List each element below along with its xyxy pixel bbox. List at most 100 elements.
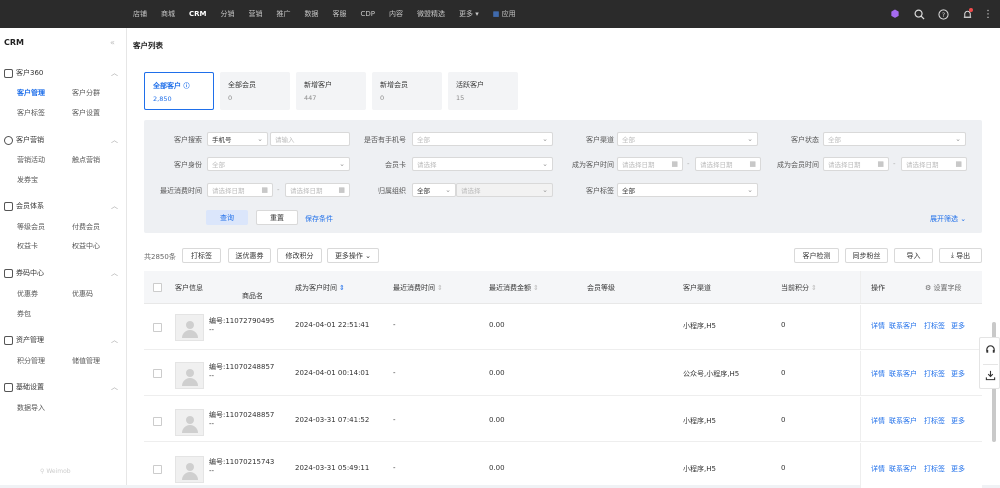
stat-new-customers[interactable]: 新增客户 447 [296, 72, 366, 110]
sidebar-item-benefit-center[interactable]: 权益中心 [72, 241, 100, 251]
has-phone-select[interactable]: 全部 ⌄ [412, 132, 553, 146]
expand-filters-link[interactable]: 展开筛选 ⌄ [930, 214, 966, 224]
export-button[interactable]: ⤓ 导出 [939, 248, 982, 263]
customer-check-button[interactable]: 客户检测 [794, 248, 839, 263]
sidebar-group-customer360[interactable]: 客户360 ︿ [4, 68, 118, 78]
more-actions-button[interactable]: 更多操作 ⌄ [327, 248, 379, 263]
nav-apps[interactable]: ▦ 应用 [493, 9, 516, 19]
sidebar-item-coupon-code[interactable]: 优惠码 [72, 289, 93, 299]
header-become-customer-time[interactable]: 成为客户时间 ⇕ [295, 283, 345, 293]
nav-weimob-select[interactable]: 微盟精选 [417, 9, 445, 19]
headset-icon[interactable] [985, 344, 996, 355]
nav-more[interactable]: 更多 ▾ [459, 9, 479, 19]
nav-cdp[interactable]: CDP [361, 10, 376, 18]
sidebar-item-coupon[interactable]: 优惠券 [17, 289, 38, 299]
nav-crm[interactable]: CRM [189, 10, 207, 18]
sidebar-item-level-member[interactable]: 等级会员 [17, 222, 45, 232]
reset-button[interactable]: 重置 [256, 210, 298, 225]
channel-select[interactable]: 全部 ⌄ [617, 132, 758, 146]
sync-fans-button[interactable]: 同步粉丝 [845, 248, 888, 263]
search-icon[interactable] [912, 7, 926, 21]
contact-customer-link[interactable]: 联系客户 [889, 464, 917, 474]
header-last-consume-amount[interactable]: 最近消费金额 ⇕ [489, 283, 539, 293]
collapse-sidebar-icon[interactable]: « [110, 38, 115, 47]
brand-hexagon-icon[interactable]: ⬢ [888, 7, 902, 21]
tag-link[interactable]: 打标签 [924, 321, 945, 331]
detail-link[interactable]: 详情 [871, 464, 885, 474]
sidebar-item-customer-settings[interactable]: 客户设置 [72, 108, 100, 118]
detail-link[interactable]: 详情 [871, 369, 885, 379]
sidebar-item-coupon-pack[interactable]: 券包 [17, 309, 31, 319]
become-member-start-date[interactable]: 请选择日期 ▦ [823, 157, 889, 171]
stat-all-members[interactable]: 全部会员 0 [220, 72, 290, 110]
sidebar-group-membership[interactable]: 会员体系 ︿ [4, 201, 118, 211]
search-type-select[interactable]: 手机号 ⌄ [207, 132, 268, 146]
more-link[interactable]: 更多 [951, 369, 965, 379]
last-consume-end-date[interactable]: 请选择日期 ▦ [285, 183, 350, 197]
modify-points-button[interactable]: 修改积分 [277, 248, 322, 263]
sidebar-group-asset-management[interactable]: 资产管理 ︿ [4, 335, 118, 345]
sidebar-item-data-import[interactable]: 数据导入 [17, 403, 45, 413]
nav-data[interactable]: 数据 [305, 9, 319, 19]
row-checkbox[interactable] [153, 417, 162, 426]
stat-new-members[interactable]: 新增会员 0 [372, 72, 442, 110]
org-scope-select[interactable]: 全部 ⌄ [412, 183, 456, 197]
header-current-points[interactable]: 当前积分 ⇕ [781, 283, 817, 293]
tag-link[interactable]: 打标签 [924, 369, 945, 379]
sidebar-item-customer-segment[interactable]: 客户分群 [72, 88, 100, 98]
stat-active-customers[interactable]: 活跃客户 15 [448, 72, 518, 110]
tag-link[interactable]: 打标签 [924, 416, 945, 426]
notification-bell-icon[interactable] [960, 7, 974, 21]
more-link[interactable]: 更多 [951, 464, 965, 474]
sidebar-item-customer-management[interactable]: 客户管理 [17, 88, 45, 98]
last-consume-start-date[interactable]: 请选择日期 ▦ [207, 183, 273, 197]
status-select[interactable]: 全部 ⌄ [823, 132, 966, 146]
sidebar-group-customer-marketing[interactable]: 客户营销 ︿ [4, 135, 118, 145]
sidebar-item-points-management[interactable]: 积分管理 [17, 356, 45, 366]
user-menu-icon[interactable]: ⋮ [983, 7, 993, 21]
contact-customer-link[interactable]: 联系客户 [889, 321, 917, 331]
become-member-end-date[interactable]: 请选择日期 ▦ [901, 157, 967, 171]
detail-link[interactable]: 详情 [871, 321, 885, 331]
more-link[interactable]: 更多 [951, 416, 965, 426]
sidebar-group-basic-settings[interactable]: 基础设置 ︿ [4, 382, 118, 392]
sidebar-item-customer-tags[interactable]: 客户标签 [17, 108, 45, 118]
row-checkbox[interactable] [153, 369, 162, 378]
select-all-checkbox[interactable] [153, 283, 162, 292]
nav-marketing[interactable]: 营销 [249, 9, 263, 19]
sidebar-item-coupon-sender[interactable]: 发券宝 [17, 175, 38, 185]
sidebar-item-touchpoint-marketing[interactable]: 触点营销 [72, 155, 100, 165]
contact-customer-link[interactable]: 联系客户 [889, 416, 917, 426]
contact-customer-link[interactable]: 联系客户 [889, 369, 917, 379]
import-button[interactable]: 导入 [894, 248, 933, 263]
detail-link[interactable]: 详情 [871, 416, 885, 426]
sidebar-item-benefit-card[interactable]: 权益卡 [17, 241, 38, 251]
row-checkbox[interactable] [153, 465, 162, 474]
header-last-consume-time[interactable]: 最近消费时间 ⇕ [393, 283, 443, 293]
nav-service[interactable]: 客服 [333, 9, 347, 19]
tag-link[interactable]: 打标签 [924, 464, 945, 474]
identity-select[interactable]: 全部 ⌄ [207, 157, 350, 171]
row-checkbox[interactable] [153, 323, 162, 332]
sidebar-item-stored-value[interactable]: 储值管理 [72, 356, 100, 366]
save-conditions-link[interactable]: 保存条件 [305, 214, 333, 224]
nav-content[interactable]: 内容 [389, 9, 403, 19]
download-icon[interactable] [985, 370, 996, 381]
search-input[interactable]: 请输入 [270, 132, 350, 146]
set-fields-button[interactable]: ⚙ 设置字段 [925, 283, 962, 293]
become-customer-start-date[interactable]: 请选择日期 ▦ [617, 157, 683, 171]
become-customer-end-date[interactable]: 请选择日期 ▦ [695, 157, 761, 171]
query-button[interactable]: 查询 [206, 210, 248, 225]
tags-select[interactable]: 全部 ⌄ [617, 183, 758, 197]
member-card-select[interactable]: 请选择 ⌄ [412, 157, 553, 171]
sidebar-item-paid-member[interactable]: 付费会员 [72, 222, 100, 232]
more-link[interactable]: 更多 [951, 321, 965, 331]
sidebar-group-coupon-center[interactable]: 券码中心 ︿ [4, 268, 118, 278]
send-coupon-button[interactable]: 送优惠券 [228, 248, 271, 263]
nav-store[interactable]: 店铺 [133, 9, 147, 19]
stat-all-customers[interactable]: 全部客户 ⓘ 2,850 [144, 72, 214, 110]
nav-mall[interactable]: 商城 [161, 9, 175, 19]
nav-promotion[interactable]: 推广 [277, 9, 291, 19]
tag-button[interactable]: 打标签 [182, 248, 221, 263]
help-icon[interactable]: ? [936, 7, 950, 21]
